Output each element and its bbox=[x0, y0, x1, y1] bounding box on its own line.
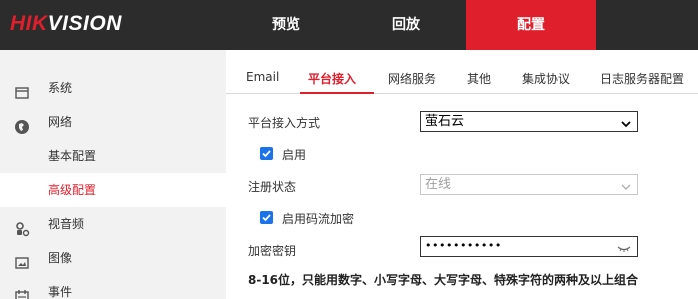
sidebar-item-basic-config[interactable]: 基本配置 bbox=[0, 139, 226, 173]
registration-status-select: 在线 bbox=[420, 174, 638, 195]
sidebar-item-network[interactable]: 网络 bbox=[0, 105, 226, 139]
chevron-down-icon bbox=[621, 179, 631, 190]
registration-status-label: 注册状态 bbox=[248, 180, 297, 194]
sidebar-item-label: 高级配置 bbox=[48, 183, 97, 197]
sidebar-item-label: 基本配置 bbox=[48, 149, 97, 163]
tab-bar: Email 平台接入 网络服务 其他 集成协议 日志服务器配置 bbox=[226, 50, 698, 94]
access-mode-value: 萤石云 bbox=[425, 114, 465, 129]
key-hint-text: 8-16位，只能用数字、小写字母、大写字母、特殊字符的两种及以上组合 bbox=[248, 273, 639, 287]
tab-integration-protocol[interactable]: 集成协议 bbox=[522, 70, 570, 87]
hidden-eye-icon[interactable] bbox=[617, 242, 631, 252]
image-icon bbox=[14, 250, 30, 269]
sidebar-item-label: 视音频 bbox=[48, 217, 85, 231]
monitor-icon bbox=[14, 80, 30, 99]
tab-log-server-config[interactable]: 日志服务器配置 bbox=[600, 70, 684, 87]
encryption-key-value: ••••••••••• bbox=[425, 239, 502, 252]
video-audio-icon bbox=[14, 216, 30, 237]
sidebar-item-video-audio[interactable]: 视音频 bbox=[0, 207, 226, 241]
encryption-key-input[interactable]: ••••••••••• bbox=[420, 236, 638, 257]
stream-encryption-label: 启用码流加密 bbox=[282, 212, 355, 226]
tab-email[interactable]: Email bbox=[246, 70, 279, 84]
enable-label: 启用 bbox=[282, 148, 307, 162]
access-mode-label: 平台接入方式 bbox=[248, 116, 321, 130]
logo: HIKVISION bbox=[10, 12, 122, 36]
logo-hik: HIK bbox=[10, 12, 48, 35]
sidebar-item-label: 系统 bbox=[48, 81, 73, 95]
active-tab-indicator bbox=[300, 92, 374, 94]
sidebar-item-label: 网络 bbox=[48, 115, 73, 129]
chevron-down-icon bbox=[621, 116, 631, 128]
tab-network-service[interactable]: 网络服务 bbox=[388, 70, 436, 87]
registration-status-value: 在线 bbox=[425, 177, 452, 192]
nav-configuration[interactable]: 配置 bbox=[466, 0, 596, 50]
sidebar-item-advanced-config[interactable]: 高级配置 bbox=[0, 173, 226, 207]
calendar-icon bbox=[14, 284, 30, 299]
tab-platform-access[interactable]: 平台接入 bbox=[308, 70, 356, 87]
globe-icon bbox=[14, 114, 30, 134]
enable-checkbox[interactable] bbox=[260, 147, 273, 160]
access-mode-select[interactable]: 萤石云 bbox=[420, 111, 638, 132]
stream-encryption-checkbox[interactable] bbox=[260, 211, 273, 224]
nav-preview[interactable]: 预览 bbox=[226, 0, 346, 50]
sidebar-item-image[interactable]: 图像 bbox=[0, 241, 226, 275]
sidebar-item-label: 事件 bbox=[48, 285, 73, 299]
top-bar: HIKVISION 预览 回放 配置 bbox=[0, 0, 698, 50]
logo-vision: VISION bbox=[47, 12, 122, 35]
nav-playback[interactable]: 回放 bbox=[346, 0, 466, 50]
sidebar-item-event[interactable]: 事件 bbox=[0, 275, 226, 299]
sidebar: 系统 网络 基本配置 高级配置 视音频 图像 事件 bbox=[0, 50, 226, 299]
sidebar-item-system[interactable]: 系统 bbox=[0, 71, 226, 105]
sidebar-item-label: 图像 bbox=[48, 251, 73, 265]
encryption-key-label: 加密密钥 bbox=[248, 244, 297, 258]
tab-other[interactable]: 其他 bbox=[467, 70, 491, 87]
